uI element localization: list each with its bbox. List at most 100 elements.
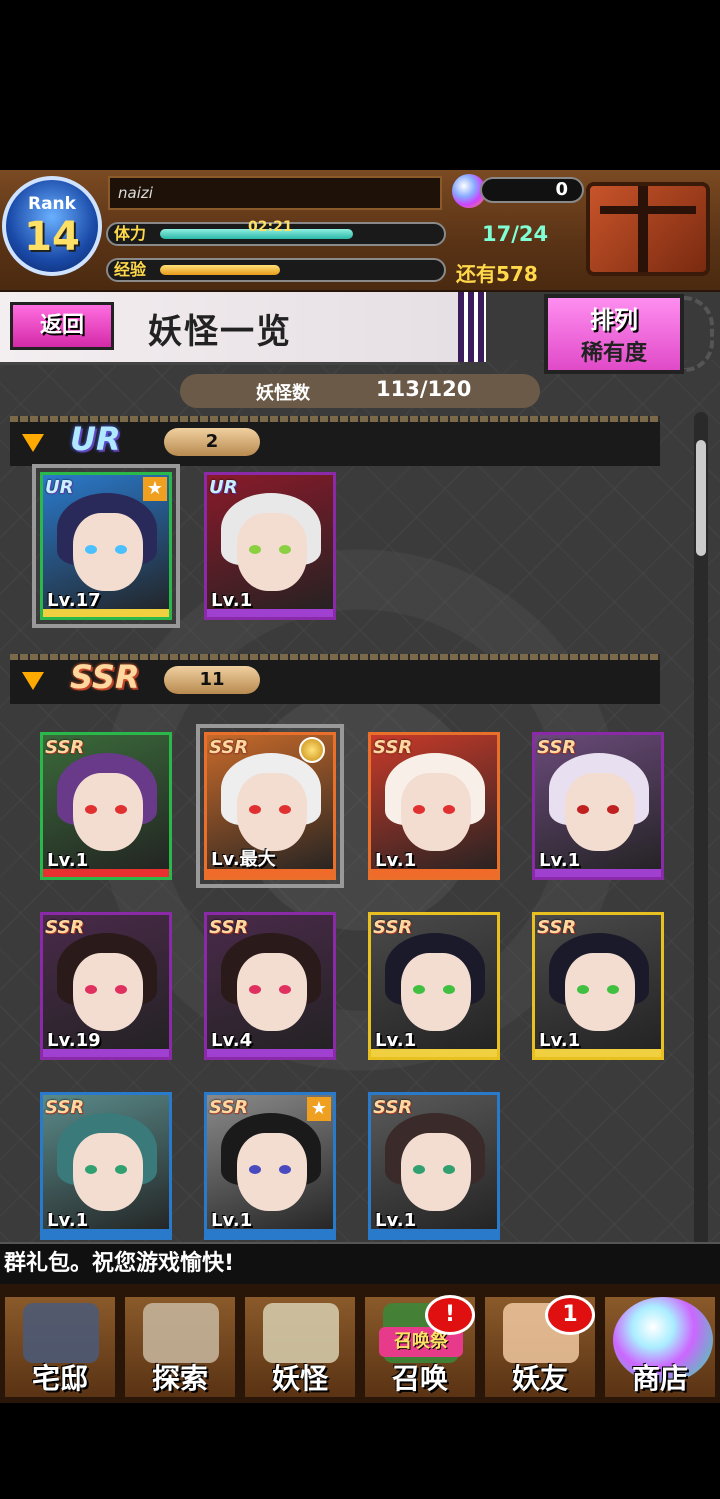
level-label: Lv.17 (47, 590, 101, 611)
rarity-tag: SSR (373, 917, 413, 938)
rank-label: Rank (28, 194, 76, 214)
yokai-card[interactable]: SSR Lv.1 (368, 1092, 500, 1240)
yokai-eye (607, 805, 619, 814)
rarity-tag: SSR (373, 737, 413, 758)
level-label: Lv.1 (375, 1210, 417, 1231)
yokai-eye (115, 985, 127, 994)
section-rarity-ur: UR (70, 420, 121, 458)
yokai-face (401, 773, 471, 851)
yokai-eye (85, 985, 97, 994)
nav-button-6[interactable]: 商店 (602, 1294, 718, 1400)
rarity-tag: SSR (209, 1097, 249, 1118)
nav-label: 妖友 (511, 1362, 568, 1395)
collapse-triangle-icon[interactable] (22, 672, 44, 690)
rarity-tag: SSR (45, 1097, 85, 1118)
collapse-triangle-icon[interactable] (22, 434, 44, 452)
yokai-eye (279, 1165, 291, 1174)
stamina-timer: 02:21 (248, 219, 293, 235)
notification-badge: 1 (545, 1295, 595, 1335)
yokai-eye (279, 545, 291, 554)
yokai-eye (443, 805, 455, 814)
star-icon: ★ (307, 1097, 331, 1121)
gem-count[interactable]: 0 (480, 177, 584, 203)
yokai-card[interactable]: SSR Lv.1 (532, 732, 664, 880)
yokai-card[interactable]: SSR Lv.1 ★ (204, 1092, 336, 1240)
nav-button-3[interactable]: 妖怪 (242, 1294, 358, 1400)
bottom-nav: 宅邸 探索 妖怪 召唤祭! 召唤 1 妖友 商店 (0, 1284, 720, 1403)
yokai-face (73, 513, 143, 591)
yokai-card[interactable]: SSR Lv.1 (40, 732, 172, 880)
player-name: naizi (108, 176, 442, 210)
nav-button-2[interactable]: 探索 (122, 1294, 238, 1400)
yokai-face (73, 773, 143, 851)
nav-button-5[interactable]: 1 妖友 (482, 1294, 598, 1400)
yokai-eye (443, 985, 455, 994)
yokai-eye (279, 985, 291, 994)
yokai-card[interactable]: SSR Lv.19 (40, 912, 172, 1060)
nav-label: 商店 (631, 1362, 688, 1395)
star-icon: ★ (143, 477, 167, 501)
scroll-thumb[interactable] (696, 440, 706, 556)
stamina-count: 17/24 (482, 222, 549, 246)
scroll-icon (263, 1303, 339, 1363)
yokai-card[interactable]: SSR Lv.1 (368, 912, 500, 1060)
rarity-tag: UR (45, 477, 74, 498)
section-header-ssr[interactable]: SSR 11 (10, 654, 660, 704)
yokai-face (73, 953, 143, 1031)
rarity-tag: SSR (209, 917, 249, 938)
section-header-ur[interactable]: UR 2 (10, 416, 660, 466)
yokai-face (565, 773, 635, 851)
rarity-tag: SSR (209, 737, 249, 758)
yokai-face (237, 513, 307, 591)
level-label: Lv.19 (47, 1030, 101, 1051)
yokai-card[interactable]: SSR Lv.4 (204, 912, 336, 1060)
level-label: Lv.1 (539, 1030, 581, 1051)
nav-label: 妖怪 (271, 1362, 328, 1395)
yokai-eye (85, 545, 97, 554)
section-count-ssr: 11 (164, 666, 260, 694)
yokai-eye (577, 805, 589, 814)
player-status-header: Rank 14 naizi 体力 02:21 经验 0 17/24 还有578 (0, 170, 720, 292)
level-label: Lv.1 (47, 1210, 89, 1231)
exp-bar: 经验 (106, 258, 446, 282)
rank-value: 14 (24, 214, 80, 260)
level-label: Lv.1 (375, 1030, 417, 1051)
medal-icon (299, 737, 325, 763)
page-title: 妖怪一览 (148, 312, 292, 352)
level-label: Lv.1 (211, 590, 253, 611)
sort-label: 排列 (590, 306, 638, 334)
yokai-face (237, 953, 307, 1031)
sort-button[interactable]: 排列 稀有度 (544, 294, 684, 374)
yokai-face (401, 953, 471, 1031)
yokai-eye (443, 1165, 455, 1174)
nav-button-4[interactable]: 召唤祭! 召唤 (362, 1294, 478, 1400)
rank-badge[interactable]: Rank 14 (2, 176, 102, 276)
yokai-eye (413, 1165, 425, 1174)
yokai-eye (85, 805, 97, 814)
yokai-card[interactable]: UR Lv.1 (204, 472, 336, 620)
game-screen: Rank 14 naizi 体力 02:21 经验 0 17/24 还有578 … (0, 170, 720, 1403)
yokai-face (401, 1133, 471, 1211)
yokai-card[interactable]: SSR Lv.1 (368, 732, 500, 880)
yokai-face (237, 773, 307, 851)
yokai-card[interactable]: UR Lv.17 ★ (32, 464, 180, 628)
yokai-count-value: 113/120 (376, 377, 472, 401)
level-label: Lv.1 (375, 850, 417, 871)
stamina-label: 体力 (114, 224, 147, 243)
section-rarity-ssr: SSR (70, 658, 140, 696)
yokai-face (565, 953, 635, 1031)
nav-label: 召唤 (391, 1362, 448, 1395)
magnifier-map-icon (143, 1303, 219, 1363)
treasure-chest-icon[interactable] (586, 182, 710, 276)
yokai-count-label: 妖怪数 (256, 383, 310, 404)
yokai-face (237, 1133, 307, 1211)
notification-badge: ! (425, 1295, 475, 1335)
back-button[interactable]: 返回 (10, 302, 114, 350)
news-ticker: 群礼包。祝您游戏愉快! (0, 1242, 720, 1284)
yokai-card[interactable]: SSR Lv.最大 (196, 724, 344, 888)
yokai-card[interactable]: SSR Lv.1 (532, 912, 664, 1060)
yokai-eye (249, 805, 261, 814)
nav-button-1[interactable]: 宅邸 (2, 1294, 118, 1400)
yokai-eye (413, 805, 425, 814)
yokai-card[interactable]: SSR Lv.1 (40, 1092, 172, 1240)
